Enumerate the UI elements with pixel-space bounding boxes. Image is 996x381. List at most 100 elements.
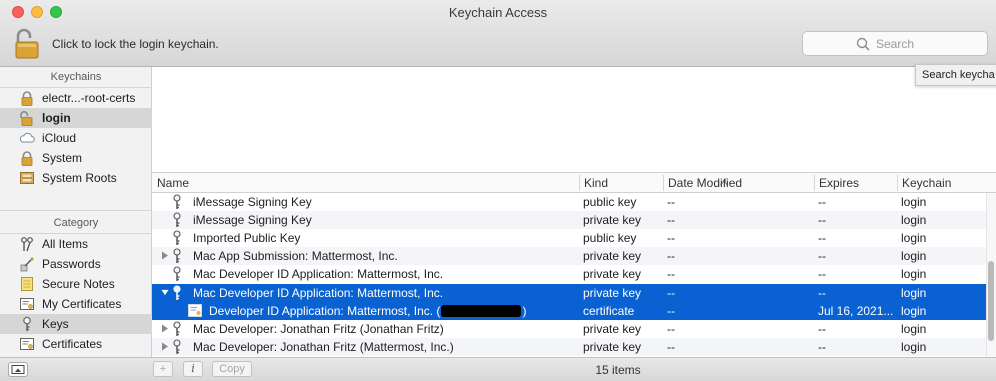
key-icon [173, 248, 181, 263]
category-item-passwords[interactable]: Passwords [0, 254, 152, 274]
table-row[interactable]: iMessage Signing Key private key -- -- l… [152, 211, 996, 229]
category-item-keys[interactable]: Keys [0, 314, 152, 334]
cell-expires: -- [818, 286, 826, 300]
category-item-secure-notes[interactable]: Secure Notes [0, 274, 152, 294]
keychain-item-label: System [42, 151, 83, 165]
cell-expires: -- [818, 195, 826, 209]
vertical-scrollbar[interactable] [986, 193, 996, 357]
category-item-label: Passwords [42, 257, 101, 271]
toggle-sidebar-button[interactable] [8, 362, 28, 377]
all-items-icon [21, 237, 33, 252]
certificate-icon [20, 338, 34, 350]
keychain-item-system[interactable]: System [0, 148, 152, 168]
cell-date-modified: -- [667, 231, 675, 245]
lock-icon [21, 151, 33, 166]
cell-name: Mac App Submission: Mattermost, Inc. [193, 249, 398, 263]
column-separator[interactable] [663, 175, 664, 191]
table-row[interactable]: Imported Public Key public key -- -- log… [152, 229, 996, 247]
cell-expires: -- [818, 249, 826, 263]
item-preview-pane [152, 67, 996, 173]
disclosure-triangle-collapsed-icon[interactable] [161, 342, 169, 351]
bottom-bar: + i Copy 15 items [0, 357, 996, 381]
cell-name: Mac Developer ID Application: Mattermost… [193, 267, 444, 281]
cell-date-modified: -- [667, 267, 675, 281]
add-item-button[interactable]: + [153, 361, 173, 377]
column-separator[interactable] [897, 175, 898, 191]
key-icon [173, 212, 181, 227]
category-item-label: Secure Notes [42, 277, 115, 291]
cell-name: Mac Developer ID Application: Mattermost… [193, 286, 444, 300]
disclosure-triangle-collapsed-icon[interactable] [161, 251, 169, 260]
cell-date-modified: -- [667, 340, 675, 354]
column-separator[interactable] [579, 175, 580, 191]
certificate-icon [188, 304, 202, 317]
column-header-expires[interactable]: Expires [819, 176, 859, 190]
scrollbar-thumb[interactable] [988, 261, 994, 341]
category-item-label: Keys [42, 317, 69, 331]
redacted-block [441, 305, 522, 317]
cell-name: iMessage Signing Key [193, 213, 312, 227]
key-icon [173, 194, 181, 209]
column-header-keychain[interactable]: Keychain [902, 176, 951, 190]
cell-date-modified: -- [667, 304, 675, 318]
info-button[interactable]: i [183, 361, 203, 377]
cell-expires: -- [818, 267, 826, 281]
window-title: Keychain Access [448, 5, 548, 20]
lock-keychain-button[interactable] [14, 27, 42, 59]
table-row[interactable]: Mac App Submission: Mattermost, Inc. pri… [152, 247, 996, 265]
cell-keychain: login [901, 249, 927, 263]
key-icon [173, 266, 181, 281]
key-icon [173, 339, 181, 354]
category-header: Category [53, 217, 99, 229]
cell-expires: Jul 16, 2021... [818, 304, 894, 318]
cell-kind: public key [583, 231, 637, 245]
category-item-label: My Certificates [42, 297, 122, 311]
item-count: 15 items [595, 363, 641, 377]
cell-name-suffix: ) [522, 304, 527, 318]
cell-expires: -- [818, 322, 826, 336]
search-input[interactable]: Search [802, 31, 988, 56]
category-item-label: All Items [42, 237, 89, 251]
cell-expires: -- [818, 231, 826, 245]
cell-kind: private key [583, 322, 642, 336]
cell-name: Imported Public Key [193, 231, 301, 245]
search-tooltip: Search keycha [915, 64, 996, 86]
keychain-item-system-roots[interactable]: System Roots [0, 168, 152, 188]
window-toolbar: Keychain Access Click to lock the login … [0, 0, 996, 67]
keys-table: iMessage Signing Key public key -- -- lo… [152, 193, 996, 357]
keychain-item-label: iCloud [42, 131, 77, 145]
column-header-date-modified[interactable]: Date Modified [668, 176, 742, 190]
keychain-item-icloud[interactable]: iCloud [0, 128, 152, 148]
note-icon [21, 277, 33, 291]
category-item-certificates[interactable]: Certificates [0, 334, 152, 354]
table-row[interactable]: Mac Developer: Jonathan Fritz (Jonathan … [152, 320, 996, 338]
cell-kind: private key [583, 213, 642, 227]
cell-kind: private key [583, 267, 642, 281]
table-row[interactable]: Mac Developer: Jonathan Fritz (Mattermos… [152, 338, 996, 356]
keychain-item-electron-root-certs[interactable]: electr...-root-certs [0, 88, 152, 108]
category-item-all-items[interactable]: All Items [0, 234, 152, 254]
cell-date-modified: -- [667, 286, 675, 300]
column-header-name[interactable]: Name [157, 176, 189, 190]
cell-date-modified: -- [667, 213, 675, 227]
table-row[interactable]: Mac Developer ID Application: Mattermost… [152, 265, 996, 283]
category-item-label: Certificates [42, 337, 103, 351]
cell-keychain: login [901, 231, 927, 245]
cell-date-modified: -- [667, 195, 675, 209]
category-item-my-certificates[interactable]: My Certificates [0, 294, 152, 314]
key-icon [173, 285, 181, 300]
disclosure-triangle-collapsed-icon[interactable] [161, 324, 169, 333]
keychain-item-login[interactable]: login [0, 108, 152, 128]
lock-keychain-hint[interactable]: Click to lock the login keychain. [52, 37, 219, 51]
disclosure-triangle-expanded-icon[interactable] [161, 288, 169, 297]
cell-name-prefix: Developer ID Application: Mattermost, In… [209, 304, 441, 318]
column-separator[interactable] [814, 175, 815, 191]
cell-kind: private key [583, 286, 642, 300]
column-header-kind[interactable]: Kind [584, 176, 608, 190]
copy-button[interactable]: Copy [212, 361, 252, 377]
table-row[interactable]: iMessage Signing Key public key -- -- lo… [152, 193, 996, 211]
table-row-selected[interactable]: Developer ID Application: Mattermost, In… [152, 302, 996, 320]
cell-date-modified: -- [667, 249, 675, 263]
table-row-selected[interactable]: Mac Developer ID Application: Mattermost… [152, 284, 996, 302]
search-placeholder: Search [876, 37, 915, 51]
